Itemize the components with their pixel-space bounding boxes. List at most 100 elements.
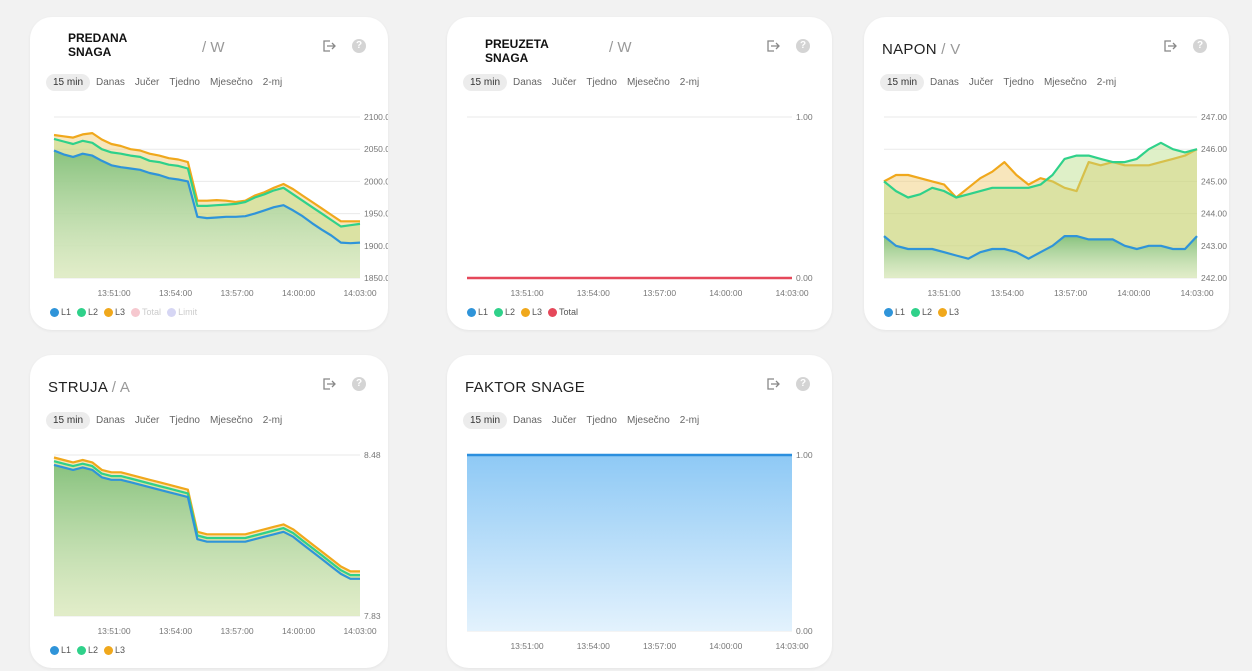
legend-label: L2: [922, 307, 933, 317]
legend-item-l1[interactable]: L1: [467, 307, 488, 317]
legend-label: L3: [115, 307, 126, 317]
legend-item-l2[interactable]: L2: [911, 307, 932, 317]
y-tick-label: 2000.00: [364, 176, 388, 186]
y-tick-label: 246.00: [1201, 144, 1227, 154]
y-tick-label: 1850.00: [364, 273, 388, 283]
x-tick-label: 13:57:00: [1054, 288, 1087, 298]
x-tick-label: 13:54:00: [577, 641, 610, 651]
y-tick-label: 2050.00: [364, 144, 388, 154]
legend-item-total[interactable]: Total: [131, 307, 161, 317]
x-tick-label: 14:03:00: [343, 626, 376, 636]
y-tick-label: 0.00: [796, 626, 813, 636]
chart-preuzeta: 1.00 0.00 13:51:00 13:54:00 13:57:00 14:00:00…: [467, 112, 813, 298]
legend-item-l3[interactable]: L3: [104, 645, 125, 655]
legend-item-l1[interactable]: L1: [884, 307, 905, 317]
y-tick-label: 8.48: [364, 450, 381, 460]
legend-dot: [131, 307, 141, 317]
y-tick-label: 1.00: [796, 112, 813, 122]
legend: L1 L2 L3 Total: [467, 307, 578, 317]
legend-dot: [494, 307, 504, 317]
legend-label: L3: [532, 307, 543, 317]
legend-label: L1: [895, 307, 906, 317]
legend-dot: [911, 307, 921, 317]
y-tick-label: 0.00: [796, 273, 813, 283]
legend-dot: [467, 307, 476, 317]
chart-faktor: 1.00 0.00 13:51:00 13:54:00 13:57:00 14:00:00…: [467, 450, 813, 651]
x-tick-label: 14:03:00: [1180, 288, 1213, 298]
legend-dot: [521, 307, 531, 317]
card-faktor-snage: FAKTOR SNAGE ? 15 min Danas Jučer Tjedno Mje…: [447, 355, 832, 668]
legend-item-l1[interactable]: L1: [50, 645, 71, 655]
legend-dot: [884, 307, 893, 317]
x-tick-label: 14:03:00: [775, 641, 808, 651]
legend-label: L1: [478, 307, 489, 317]
x-tick-label: 13:51:00: [97, 288, 130, 298]
x-tick-label: 13:51:00: [927, 288, 960, 298]
legend: L1 L2 L3 Total Limit: [50, 307, 197, 317]
y-tick-label: 242.00: [1201, 273, 1227, 283]
x-tick-label: 13:54:00: [159, 626, 192, 636]
y-tick-label: 1950.00: [364, 209, 388, 219]
legend: L1 L2 L3: [50, 645, 125, 655]
y-tick-label: 1900.00: [364, 241, 388, 251]
x-tick-label: 13:54:00: [577, 288, 610, 298]
y-tick-label: 247.00: [1201, 112, 1227, 122]
legend-dot: [50, 307, 59, 317]
y-tick-label: 243.00: [1201, 241, 1227, 251]
legend-dot: [77, 307, 87, 317]
x-tick-label: 13:51:00: [97, 626, 130, 636]
card-napon: NAPON / V ? 15 min Danas Jučer Tjedno Mjeseč…: [864, 17, 1229, 330]
legend-item-total[interactable]: Total: [548, 307, 578, 317]
y-tick-label: 245.00: [1201, 176, 1227, 186]
legend-item-l2[interactable]: L2: [494, 307, 515, 317]
legend-label: L2: [505, 307, 516, 317]
legend-label: L2: [88, 645, 99, 655]
x-tick-label: 13:54:00: [159, 288, 192, 298]
legend-dot: [167, 307, 177, 317]
legend-label: Total: [142, 307, 162, 317]
chart-struja: 8.48 7.83 13:51:00 13:54:00 13:57:00 14:00:00…: [53, 450, 381, 636]
x-tick-label: 14:03:00: [775, 288, 808, 298]
card-preuzeta-snaga: PREUZETA SNAGA / W ? 15 min Danas Jučer Tje…: [447, 17, 832, 330]
legend-dot: [104, 307, 114, 317]
legend-item-l1[interactable]: L1: [50, 307, 71, 317]
x-tick-label: 13:51:00: [510, 641, 543, 651]
x-tick-label: 14:00:00: [709, 641, 742, 651]
legend-dot: [548, 307, 558, 317]
x-tick-label: 13:57:00: [643, 288, 676, 298]
x-tick-label: 13:54:00: [991, 288, 1024, 298]
chart-napon: 247.00 246.00 245.00 244.00 243.00 242.00 13:5…: [883, 112, 1227, 298]
legend-label: Limit: [178, 307, 198, 317]
y-tick-label: 244.00: [1201, 209, 1227, 219]
x-tick-label: 13:57:00: [643, 641, 676, 651]
legend-item-limit[interactable]: Limit: [167, 307, 197, 317]
card-struja: STRUJA / A ? 15 min Danas Jučer Tjedno Mjese…: [30, 355, 388, 668]
legend-dot: [50, 645, 59, 655]
x-tick-label: 13:51:00: [510, 288, 543, 298]
legend-label: L1: [61, 307, 72, 317]
legend-label: L1: [61, 645, 72, 655]
legend: L1 L2 L3: [884, 307, 959, 317]
y-tick-label: 2100.00: [364, 112, 388, 122]
y-tick-label: 1.00: [796, 450, 813, 460]
legend-item-l3[interactable]: L3: [104, 307, 125, 317]
legend-item-l3[interactable]: L3: [521, 307, 542, 317]
y-tick-label: 7.83: [364, 611, 381, 621]
legend-label: L2: [88, 307, 99, 317]
x-tick-label: 14:03:00: [343, 288, 376, 298]
legend-item-l2[interactable]: L2: [77, 307, 98, 317]
legend-dot: [938, 307, 948, 317]
legend-label: L3: [115, 645, 126, 655]
x-tick-label: 14:00:00: [709, 288, 742, 298]
legend-label: L3: [949, 307, 960, 317]
x-tick-label: 13:57:00: [220, 626, 253, 636]
legend-item-l3[interactable]: L3: [938, 307, 959, 317]
card-predana-snaga: PREDANA SNAGA / W ? 15 min Danas Jučer Tjed…: [30, 17, 388, 330]
x-tick-label: 14:00:00: [282, 626, 315, 636]
x-tick-label: 14:00:00: [282, 288, 315, 298]
series-area: [467, 455, 792, 631]
x-tick-label: 13:57:00: [220, 288, 253, 298]
legend-item-l2[interactable]: L2: [77, 645, 98, 655]
legend-dot: [104, 645, 114, 655]
legend-dot: [77, 645, 87, 655]
